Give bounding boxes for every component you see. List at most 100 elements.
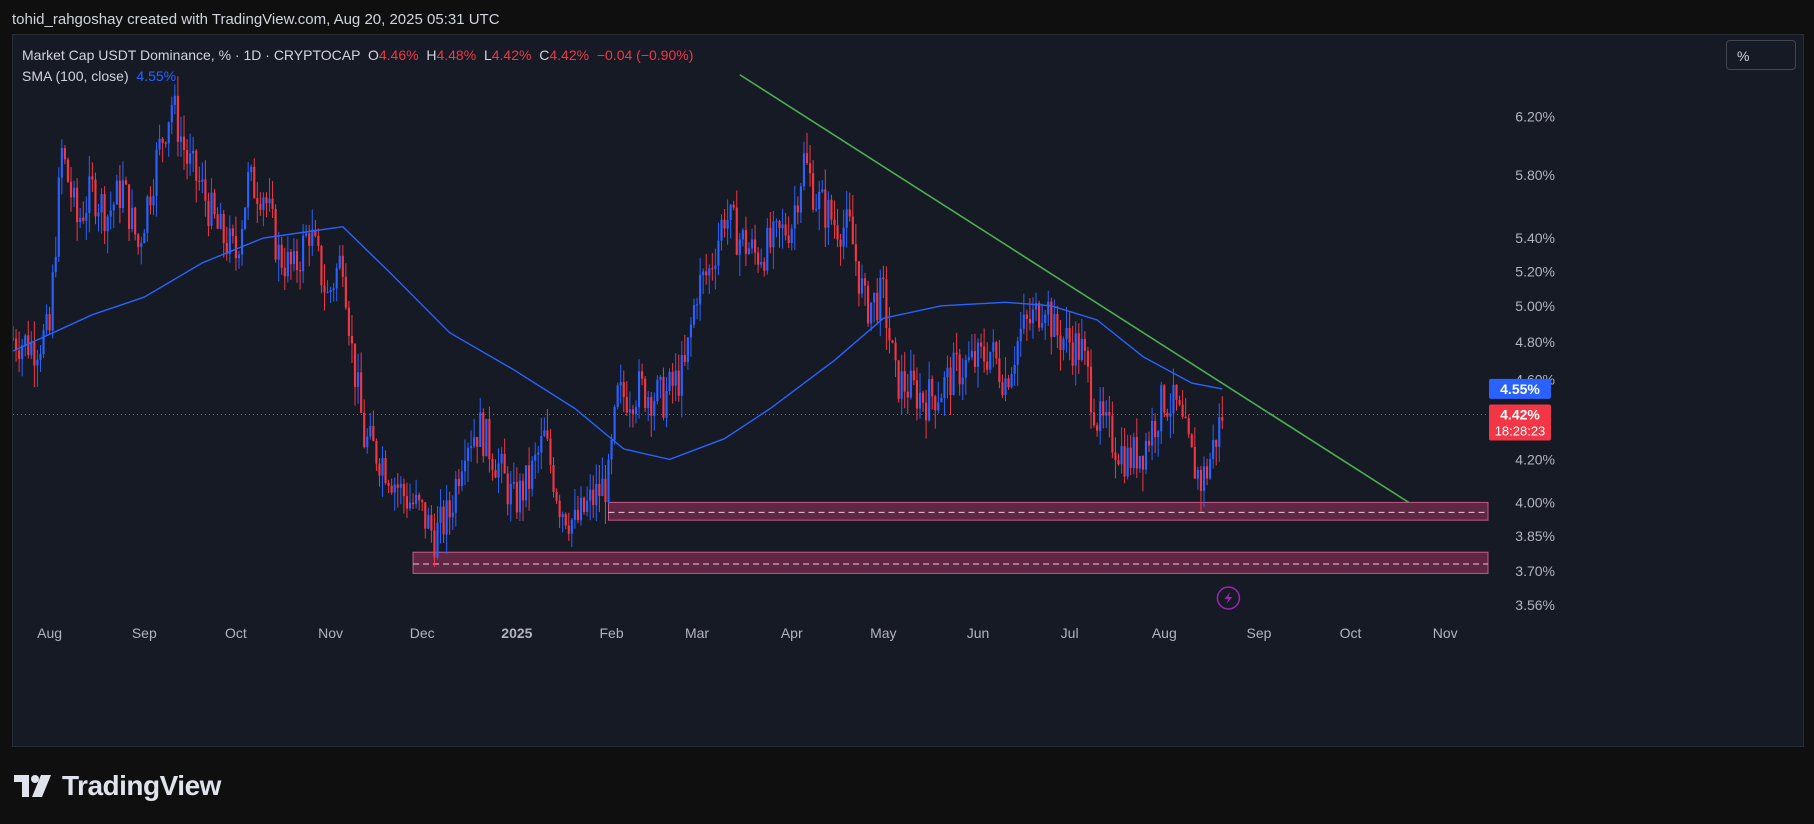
candle[interactable] (375, 441, 378, 464)
candle[interactable] (13, 338, 15, 340)
candle[interactable] (76, 187, 79, 223)
candle[interactable] (347, 307, 350, 336)
candle[interactable] (418, 494, 421, 501)
candle[interactable] (1202, 466, 1206, 491)
candle[interactable] (589, 489, 592, 501)
candle[interactable] (631, 409, 634, 414)
candle[interactable] (372, 425, 375, 442)
candle[interactable] (897, 360, 900, 399)
candle[interactable] (1221, 417, 1224, 421)
candle[interactable] (1123, 446, 1126, 477)
candle[interactable] (983, 346, 986, 362)
candle[interactable] (1209, 459, 1212, 479)
candle[interactable] (73, 187, 76, 198)
candle[interactable] (460, 471, 463, 487)
candle[interactable] (329, 290, 332, 293)
candle[interactable] (998, 358, 1001, 383)
candle[interactable] (549, 438, 552, 465)
candle[interactable] (946, 367, 949, 378)
candle[interactable] (708, 268, 711, 276)
candle[interactable] (88, 176, 91, 214)
candle[interactable] (1212, 439, 1215, 460)
candle[interactable] (250, 166, 253, 173)
candle[interactable] (192, 150, 195, 154)
sma-100-line[interactable] (13, 225, 1223, 461)
candle[interactable] (976, 342, 980, 367)
candle[interactable] (644, 378, 647, 409)
candle[interactable] (54, 256, 57, 273)
candle[interactable] (757, 252, 760, 265)
candle[interactable] (650, 397, 653, 416)
candle[interactable] (82, 217, 85, 221)
candle[interactable] (622, 382, 625, 398)
candle[interactable] (488, 419, 491, 460)
candle[interactable] (39, 354, 42, 360)
candle[interactable] (79, 217, 82, 223)
candle[interactable] (943, 377, 946, 398)
candle[interactable] (992, 342, 995, 352)
candle[interactable] (216, 214, 219, 229)
candle[interactable] (210, 192, 213, 226)
candle[interactable] (402, 483, 405, 497)
candle[interactable] (338, 255, 341, 269)
candle[interactable] (298, 270, 302, 272)
candle[interactable] (931, 378, 934, 397)
candle[interactable] (253, 166, 256, 199)
candle[interactable] (937, 402, 940, 411)
candle[interactable] (265, 197, 268, 204)
candle[interactable] (244, 207, 247, 229)
candle[interactable] (879, 277, 882, 321)
candle[interactable] (124, 180, 128, 185)
candle[interactable] (839, 239, 842, 247)
candle[interactable] (586, 500, 589, 512)
candle[interactable] (674, 370, 677, 386)
candle[interactable] (1074, 333, 1077, 366)
candle[interactable] (295, 251, 299, 271)
candle[interactable] (1053, 313, 1056, 337)
candle[interactable] (558, 500, 561, 518)
candle[interactable] (790, 228, 793, 244)
candle[interactable] (289, 251, 292, 265)
candle[interactable] (509, 483, 512, 505)
candle[interactable] (512, 482, 515, 484)
candle[interactable] (1199, 469, 1203, 491)
candle[interactable] (421, 500, 424, 503)
candle[interactable] (677, 370, 680, 396)
candle[interactable] (781, 224, 784, 229)
support-zone-1[interactable] (607, 501, 1489, 521)
candle[interactable] (396, 484, 399, 488)
candle[interactable] (1187, 418, 1190, 435)
candle[interactable] (473, 437, 476, 447)
candle[interactable] (665, 390, 668, 418)
candle[interactable] (619, 382, 622, 386)
candle[interactable] (573, 509, 576, 520)
candle[interactable] (769, 227, 772, 248)
candle[interactable] (1028, 318, 1031, 324)
candle[interactable] (900, 371, 903, 399)
candle[interactable] (662, 376, 665, 418)
candle[interactable] (185, 150, 189, 164)
candle[interactable] (463, 460, 467, 472)
support-zone-2[interactable] (412, 551, 1489, 574)
candle[interactable] (518, 480, 522, 513)
candle[interactable] (1022, 314, 1025, 329)
candle[interactable] (204, 179, 207, 201)
candle[interactable] (738, 239, 741, 255)
descending-trendline[interactable] (739, 74, 1410, 504)
candle[interactable] (390, 485, 393, 493)
candle[interactable] (317, 235, 320, 246)
candle[interactable] (161, 138, 164, 143)
candle[interactable] (958, 354, 961, 385)
candle[interactable] (772, 221, 775, 248)
candle[interactable] (741, 230, 744, 240)
candle[interactable] (1138, 455, 1141, 469)
candle[interactable] (604, 478, 607, 503)
candle[interactable] (158, 138, 161, 150)
candle[interactable] (393, 484, 396, 493)
candle[interactable] (909, 370, 912, 398)
candle[interactable] (1016, 341, 1019, 365)
candle[interactable] (1129, 447, 1132, 468)
candle[interactable] (1144, 440, 1148, 470)
candle[interactable] (408, 502, 412, 509)
candle[interactable] (778, 221, 781, 229)
